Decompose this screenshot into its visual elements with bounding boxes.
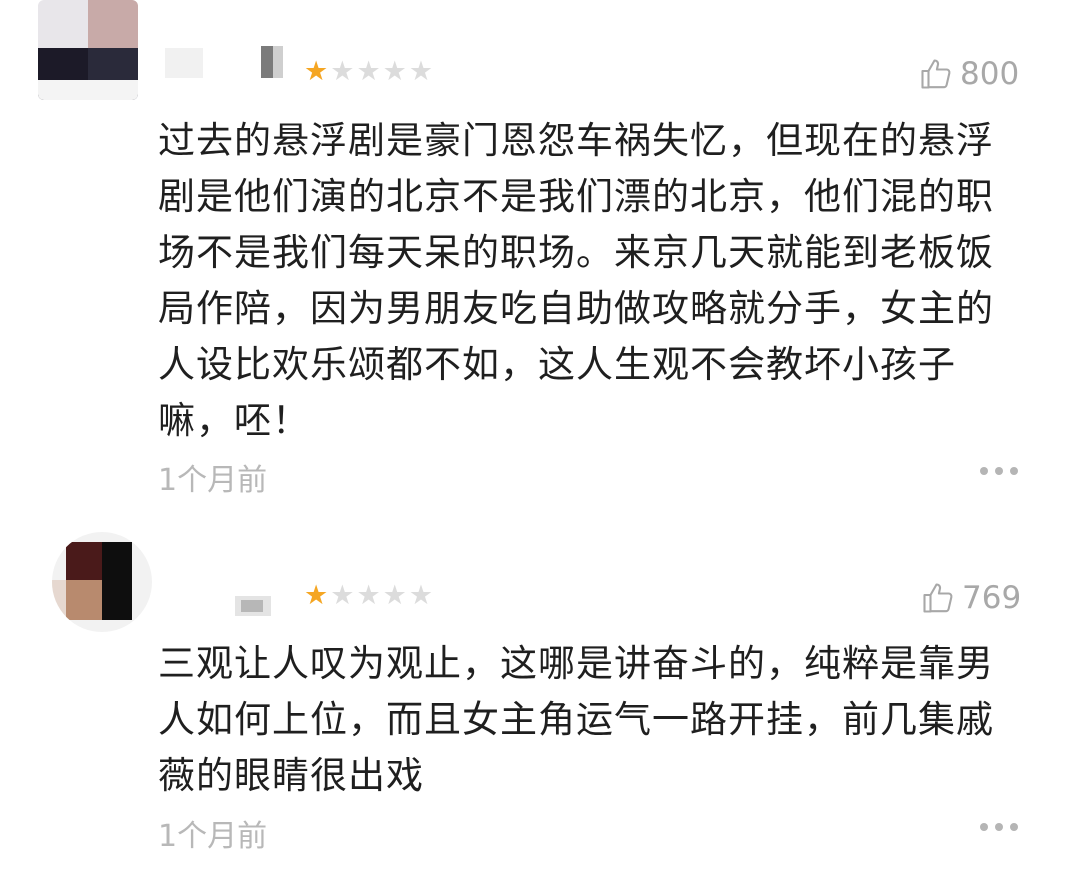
rating-stars: ★ ★ ★ ★ ★ (304, 582, 433, 609)
like-button[interactable]: 769 (920, 580, 1021, 616)
avatar[interactable] (52, 532, 152, 632)
star-icon: ★ (304, 580, 329, 611)
star-icon: ★ (356, 580, 381, 611)
username-blurred[interactable] (165, 582, 285, 618)
more-dots-icon (980, 823, 988, 831)
star-icon: ★ (408, 580, 434, 611)
review-text: 三观让人叹为观止，这哪是讲奋斗的，纯粹是靠男人如何上位，而且女主角运气一路开挂，… (158, 642, 994, 797)
review-item: ★ ★ ★ ★ ★ 769 三观让人叹为观止，这哪是讲奋斗的，纯粹是靠男人如何上… (0, 0, 1080, 872)
star-icon: ★ (330, 580, 355, 611)
thumbs-up-outline-icon (923, 583, 953, 613)
review-time: 1个月前 (158, 819, 268, 854)
star-icon: ★ (382, 580, 407, 611)
more-options-button[interactable] (980, 823, 1018, 831)
like-count: 769 (962, 580, 1022, 616)
